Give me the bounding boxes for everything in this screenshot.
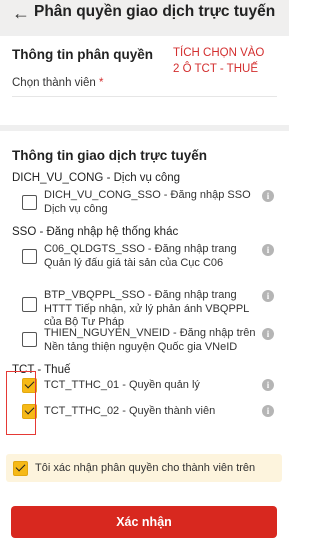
app-header: ← Phân quyền giao dịch trực tuyến [0,0,289,30]
member-select-field[interactable]: Chọn thành viên * [12,77,103,89]
confirm-label: Tôi xác nhận phân quyền cho thành viên t… [35,462,256,474]
online-transaction-title: Thông tin giao dịch trực tuyến [12,148,208,163]
annotation-highlight-box [6,371,36,435]
permission-info-title: Thông tin phân quyền [12,47,153,62]
group-sso: SSO - Đăng nhập hệ thống khác [12,226,179,238]
member-select-label: Chọn thành viên [12,77,96,89]
info-icon[interactable]: i [262,405,274,417]
arrow-left-icon[interactable]: ← [12,2,30,24]
permission-label: TCT_TTHC_01 - Quyền quản lý [44,379,200,391]
confirm-row[interactable]: Tôi xác nhận phân quyền cho thành viên t… [6,454,282,482]
submit-button[interactable]: Xác nhận [11,506,277,538]
group-dich-vu-cong: DICH_VU_CONG - Dịch vụ công [12,172,181,184]
info-icon[interactable]: i [262,190,274,202]
required-mark: * [98,77,104,89]
section-divider [0,30,289,36]
page-title: Phân quyền giao dịch trực tuyến [34,3,276,20]
confirm-checkbox[interactable] [13,461,28,476]
member-select-underline [12,96,277,97]
info-icon[interactable]: i [262,244,274,256]
annotation-note-line-2: 2 Ô TCT - THUẾ [173,63,258,75]
info-icon[interactable]: i [262,290,274,302]
permission-checkbox[interactable] [22,297,37,312]
permission-checkbox[interactable] [22,195,37,210]
permission-checkbox[interactable] [22,249,37,264]
info-icon[interactable]: i [262,328,274,340]
permission-label: TCT_TTHC_02 - Quyền thành viên [44,405,216,417]
permission-checkbox[interactable] [22,332,37,347]
annotation-note-line-1: TÍCH CHỌN VÀO [173,47,265,59]
section-divider [0,125,289,131]
permission-label: THIEN_NGUYEN_VNEID - Đăng nhập trên Nền … [44,327,256,353]
permission-label: DICH_VU_CONG_SSO - Đăng nhập SSO Dịch vụ… [44,189,251,215]
permission-label: BTP_VBQPPL_SSO - Đăng nhập trang HTTT Ti… [44,289,249,328]
info-icon[interactable]: i [262,379,274,391]
permission-label: C06_QLDGTS_SSO - Đăng nhập trang Quản lý… [44,243,237,269]
